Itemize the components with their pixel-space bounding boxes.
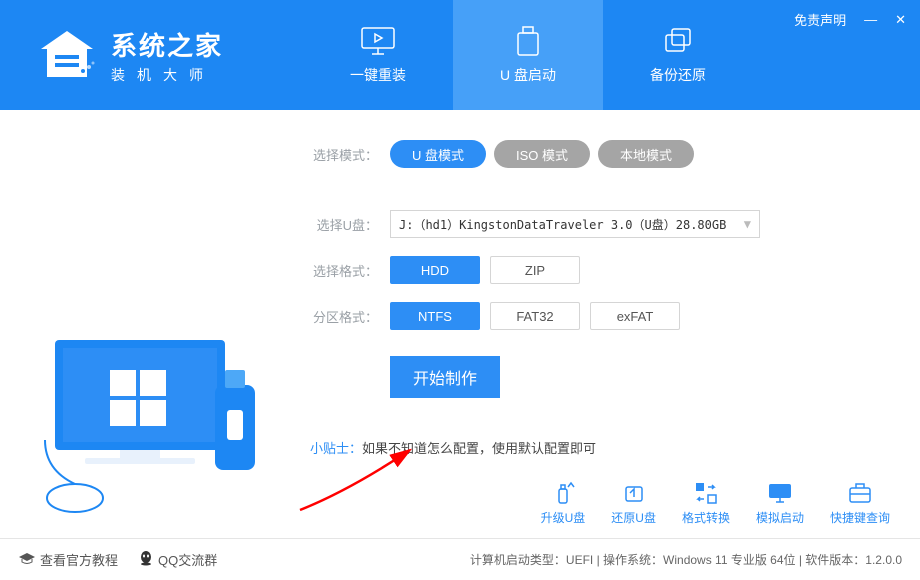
tutorial-text: 查看官方教程 [40, 550, 118, 569]
monitor-icon [766, 481, 794, 505]
action-label: 格式转换 [682, 509, 730, 526]
usb-up-icon [549, 481, 577, 505]
partition-ntfs[interactable]: NTFS [390, 302, 480, 330]
tutorial-link[interactable]: 查看官方教程 [18, 550, 118, 569]
action-label: 快捷键查询 [830, 509, 890, 526]
main-content: 选择模式： U 盘模式 ISO 模式 本地模式 选择U盘： J:（hd1）Kin… [0, 110, 920, 538]
convert-icon [692, 481, 720, 505]
qq-link[interactable]: QQ交流群 [138, 550, 217, 569]
format-zip[interactable]: ZIP [490, 256, 580, 284]
tip-text: 如果不知道怎么配置，使用默认配置即可 [362, 441, 596, 456]
copy-icon [660, 25, 696, 57]
tip: 小贴士：如果不知道怎么配置，使用默认配置即可 [310, 438, 920, 457]
qq-icon [138, 550, 154, 569]
status-text: 计算机启动类型：UEFI | 操作系统：Windows 11 专业版 64位 |… [470, 551, 902, 568]
action-label: 升级U盘 [541, 509, 586, 526]
mode-label: 选择模式： [310, 145, 390, 164]
illustration [25, 320, 285, 525]
hat-icon [18, 551, 36, 568]
action-label: 模拟启动 [756, 509, 804, 526]
tab-reinstall[interactable]: 一键重装 [303, 0, 453, 110]
logo-icon [35, 27, 99, 83]
partition-fat32[interactable]: FAT32 [490, 302, 580, 330]
udisk-row: 选择U盘： J:（hd1）KingstonDataTraveler 3.0（U盘… [310, 210, 920, 238]
action-label: 还原U盘 [611, 509, 656, 526]
close-button[interactable]: ✕ [895, 12, 906, 28]
tab-backup-restore[interactable]: 备份还原 [603, 0, 753, 110]
tip-label: 小贴士： [310, 441, 362, 456]
udisk-dropdown[interactable]: J:（hd1）KingstonDataTraveler 3.0（U盘）28.80… [390, 210, 760, 238]
mode-iso[interactable]: ISO 模式 [494, 140, 590, 168]
tab-label: 一键重装 [350, 65, 406, 85]
restore-icon [620, 481, 648, 505]
action-simulate[interactable]: 模拟启动 [756, 481, 804, 526]
udisk-label: 选择U盘： [310, 215, 390, 234]
action-restore[interactable]: 还原U盘 [611, 481, 656, 526]
tab-label: 备份还原 [650, 65, 706, 85]
partition-row: 分区格式： NTFS FAT32 exFAT [310, 302, 920, 330]
format-label: 选择格式： [310, 261, 390, 280]
tab-usb-boot[interactable]: U 盘启动 [453, 0, 603, 110]
logo-subtitle: 装机大师 [111, 65, 223, 85]
header: 系统之家 装机大师 一键重装 U 盘启动 备份还原 免责声明 — ✕ [0, 0, 920, 110]
window-controls: 免责声明 — ✕ [794, 10, 906, 29]
start-button[interactable]: 开始制作 [390, 356, 500, 398]
qq-text: QQ交流群 [158, 550, 217, 569]
mode-row: 选择模式： U 盘模式 ISO 模式 本地模式 [310, 140, 920, 168]
logo: 系统之家 装机大师 [0, 26, 223, 85]
action-convert[interactable]: 格式转换 [682, 481, 730, 526]
mode-local[interactable]: 本地模式 [598, 140, 694, 168]
action-upgrade[interactable]: 升级U盘 [541, 481, 586, 526]
partition-label: 分区格式： [310, 307, 390, 326]
usb-icon [510, 25, 546, 57]
partition-exfat[interactable]: exFAT [590, 302, 680, 330]
minimize-button[interactable]: — [864, 12, 877, 27]
logo-title: 系统之家 [111, 26, 223, 63]
bottom-actions: 升级U盘 还原U盘 格式转换 模拟启动 快捷键查询 [541, 481, 890, 526]
monitor-play-icon [360, 25, 396, 57]
mode-usb[interactable]: U 盘模式 [390, 140, 486, 168]
format-row: 选择格式： HDD ZIP [310, 256, 920, 284]
disclaimer-link[interactable]: 免责声明 [794, 10, 846, 29]
footer: 查看官方教程 QQ交流群 计算机启动类型：UEFI | 操作系统：Windows… [0, 538, 920, 580]
briefcase-icon [846, 481, 874, 505]
action-hotkey[interactable]: 快捷键查询 [830, 481, 890, 526]
tabs: 一键重装 U 盘启动 备份还原 [303, 0, 753, 110]
udisk-value: J:（hd1）KingstonDataTraveler 3.0（U盘）28.80… [399, 216, 726, 233]
chevron-down-icon: ▼ [744, 217, 751, 231]
tab-label: U 盘启动 [500, 65, 556, 85]
format-hdd[interactable]: HDD [390, 256, 480, 284]
